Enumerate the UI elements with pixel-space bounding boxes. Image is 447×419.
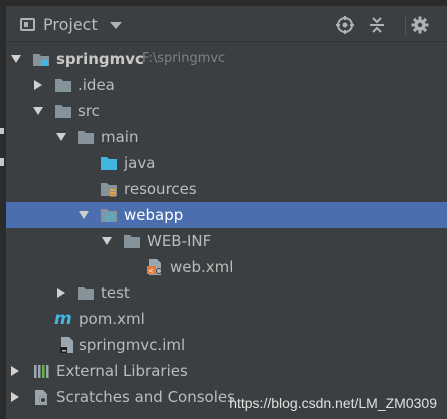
scratches-icon	[32, 388, 50, 406]
expand-arrow-icon[interactable]	[57, 288, 65, 298]
file-label: web.xml	[170, 258, 234, 276]
tree-row-test[interactable]: test	[6, 280, 447, 306]
collapse-all-icon[interactable]	[368, 16, 386, 34]
node-label: Scratches and Consoles	[56, 388, 235, 406]
project-view-icon[interactable]	[20, 18, 35, 31]
svg-text:m: m	[54, 309, 72, 327]
folder-icon	[77, 128, 95, 146]
tree-row-main[interactable]: main	[6, 124, 447, 150]
expand-arrow-icon[interactable]	[11, 366, 19, 376]
libraries-icon	[32, 362, 50, 380]
project-title[interactable]: Project	[43, 15, 98, 35]
module-path: F:\springmvc	[142, 51, 226, 66]
xml-file-icon: <	[146, 258, 164, 276]
expand-arrow-icon[interactable]	[79, 211, 89, 219]
folder-label: test	[101, 284, 130, 302]
iml-file-icon	[58, 336, 76, 354]
file-label: pom.xml	[79, 310, 145, 328]
tree-row-idea[interactable]: .idea	[6, 72, 447, 98]
tree-row-src[interactable]: src	[6, 98, 447, 124]
tree-row-webxml[interactable]: < web.xml	[6, 254, 447, 280]
tree-row-external-libraries[interactable]: External Libraries	[6, 358, 447, 384]
tree-row-resources[interactable]: resources	[6, 176, 447, 202]
gutter-marker	[0, 128, 4, 134]
folder-label: src	[78, 102, 100, 120]
module-name: springmvc	[56, 50, 144, 68]
tree-row-webapp[interactable]: webapp	[6, 202, 447, 228]
tree-row-springmvc[interactable]: springmvc F:\springmvc	[6, 46, 447, 72]
module-folder-icon	[32, 50, 50, 68]
folder-label: webapp	[124, 206, 184, 224]
web-folder-icon	[100, 206, 118, 224]
folder-label: resources	[124, 180, 197, 198]
folder-icon	[77, 284, 95, 302]
tree-row-webinf[interactable]: WEB-INF	[6, 228, 447, 254]
project-header: Project	[6, 6, 447, 42]
expand-arrow-icon[interactable]	[33, 107, 43, 115]
expand-arrow-icon[interactable]	[11, 55, 21, 63]
expand-arrow-icon[interactable]	[56, 133, 66, 141]
resources-folder-icon	[100, 180, 118, 198]
header-separator	[405, 15, 406, 35]
gear-icon[interactable]	[411, 16, 429, 34]
folder-label: main	[101, 128, 139, 146]
source-folder-icon	[100, 154, 118, 172]
folder-icon	[123, 232, 141, 250]
chevron-down-icon[interactable]	[110, 22, 122, 29]
locate-icon[interactable]	[336, 16, 354, 34]
maven-icon: m	[54, 309, 72, 327]
expand-arrow-icon[interactable]	[11, 392, 19, 402]
file-label: springmvc.iml	[79, 336, 186, 354]
tree-row-pom[interactable]: m pom.xml	[6, 306, 447, 332]
folder-label: .idea	[78, 76, 115, 94]
project-tool-window: Project springmvc F:\springmvc .idea src…	[0, 0, 447, 419]
svg-text:<: <	[148, 267, 154, 275]
folder-icon	[54, 102, 72, 120]
folder-label: java	[124, 154, 156, 172]
watermark-url: https://blog.csdn.net/LM_ZM0309	[229, 395, 437, 411]
expand-arrow-icon[interactable]	[102, 237, 112, 245]
node-label: External Libraries	[56, 362, 188, 380]
project-tree: springmvc F:\springmvc .idea src main ja…	[6, 42, 447, 419]
tree-row-java[interactable]: java	[6, 150, 447, 176]
gutter-marker	[0, 158, 4, 166]
folder-label: WEB-INF	[147, 232, 212, 250]
tree-row-iml[interactable]: springmvc.iml	[6, 332, 447, 358]
folder-icon	[54, 76, 72, 94]
expand-arrow-icon[interactable]	[34, 80, 42, 90]
